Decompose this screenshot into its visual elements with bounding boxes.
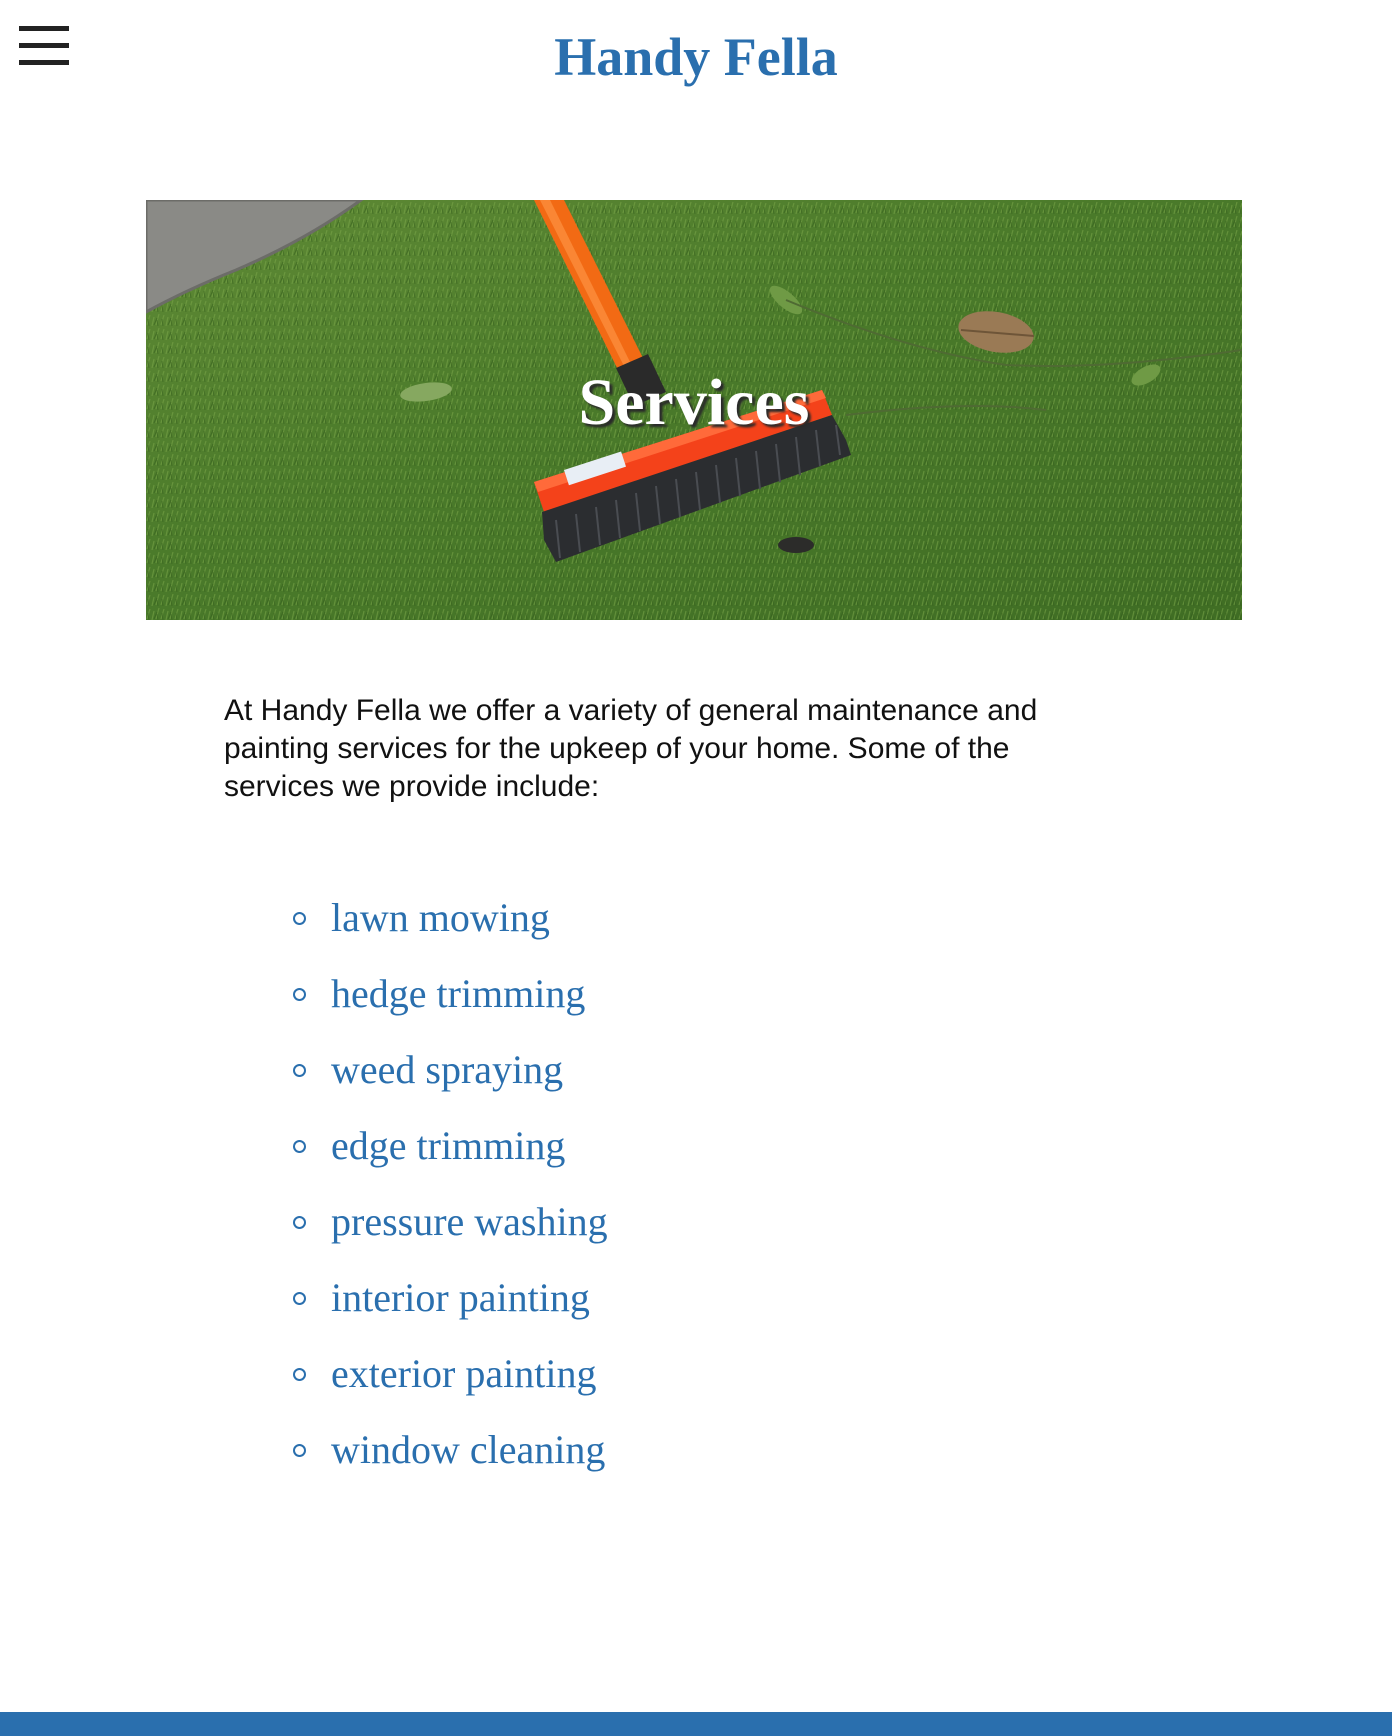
service-label: lawn mowing [331, 895, 550, 940]
list-item[interactable]: exterior painting [290, 1336, 608, 1412]
service-label: hedge trimming [331, 971, 586, 1016]
service-label: pressure washing [331, 1199, 608, 1244]
hero-title: Services [578, 366, 810, 439]
circle-bullet-icon [293, 1140, 306, 1153]
service-label: window cleaning [331, 1427, 606, 1472]
service-label: weed spraying [331, 1047, 564, 1092]
circle-bullet-icon [293, 1216, 306, 1229]
service-label: exterior painting [331, 1351, 597, 1396]
circle-bullet-icon [293, 1064, 306, 1077]
services-list: lawn mowing hedge trimming weed spraying… [290, 880, 608, 1488]
circle-bullet-icon [293, 988, 306, 1001]
list-item[interactable]: window cleaning [290, 1412, 608, 1488]
circle-bullet-icon [293, 912, 306, 925]
list-item[interactable]: interior painting [290, 1260, 608, 1336]
list-item[interactable]: edge trimming [290, 1108, 608, 1184]
site-title[interactable]: Handy Fella [0, 22, 1392, 92]
service-label: edge trimming [331, 1123, 566, 1168]
service-label: interior painting [331, 1275, 590, 1320]
footer-bar [0, 1712, 1392, 1736]
circle-bullet-icon [293, 1444, 306, 1457]
list-item[interactable]: weed spraying [290, 1032, 608, 1108]
circle-bullet-icon [293, 1292, 306, 1305]
list-item[interactable]: pressure washing [290, 1184, 608, 1260]
list-item[interactable]: hedge trimming [290, 956, 608, 1032]
list-item[interactable]: lawn mowing [290, 880, 608, 956]
circle-bullet-icon [293, 1368, 306, 1381]
intro-paragraph: At Handy Fella we offer a variety of gen… [224, 694, 1038, 803]
hero-banner: Services [146, 200, 1242, 620]
